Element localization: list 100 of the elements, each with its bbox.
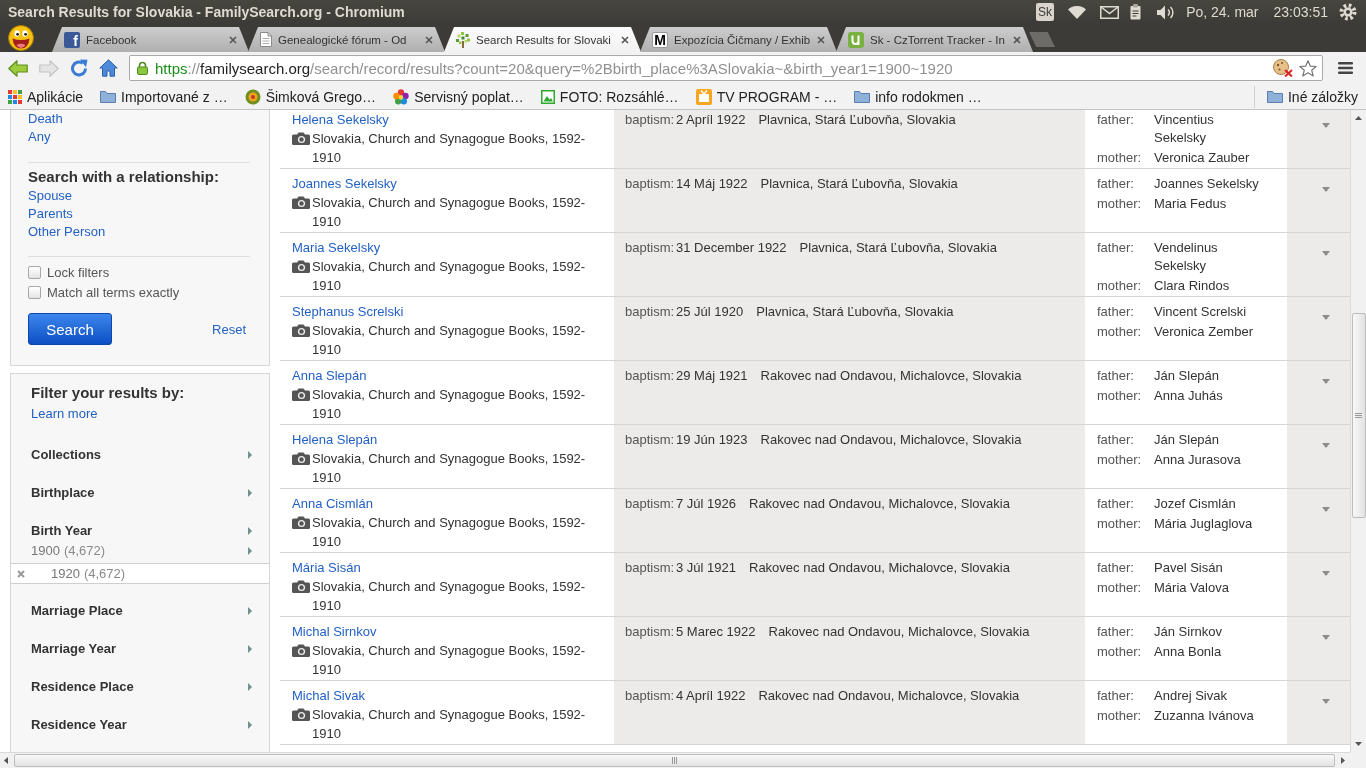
bookmark-item[interactable]: Šimková Grego… xyxy=(244,88,377,105)
clock-date[interactable]: Po, 24. mar xyxy=(1186,4,1259,20)
relative-role: father: xyxy=(1097,559,1135,577)
triangle-right-icon[interactable] xyxy=(248,489,252,497)
close-icon[interactable] xyxy=(229,35,237,44)
scrollbar-thumb[interactable] xyxy=(1351,313,1366,518)
smiley-icon[interactable] xyxy=(8,25,34,51)
caret-down-icon[interactable] xyxy=(1322,379,1330,384)
relationship-link[interactable]: Other Person xyxy=(28,223,106,241)
wifi-icon[interactable] xyxy=(1068,5,1087,19)
camera-icon xyxy=(292,580,310,593)
triangle-right-icon[interactable] xyxy=(248,527,252,535)
reload-icon[interactable] xyxy=(70,59,88,77)
caret-down-icon[interactable] xyxy=(1322,507,1330,512)
caret-down-icon[interactable] xyxy=(1322,187,1330,192)
person-name-link[interactable]: Michal Sivak xyxy=(292,687,365,705)
cookie-blocked-icon[interactable] xyxy=(1273,59,1293,77)
filter-toggle[interactable]: Residence Year xyxy=(31,716,252,734)
vertical-scrollbar[interactable] xyxy=(1350,110,1366,752)
arrow-up-icon[interactable] xyxy=(1355,116,1362,120)
bookmark-item[interactable]: Importované z … xyxy=(100,88,228,105)
lock-icon[interactable] xyxy=(137,61,148,75)
arrow-left-icon[interactable] xyxy=(8,59,28,77)
triangle-right-icon[interactable] xyxy=(248,547,252,555)
arrow-left-icon[interactable] xyxy=(4,757,8,764)
person-name-link[interactable]: Anna Slepán xyxy=(292,367,367,385)
bookmark-item[interactable]: info rodokmen … xyxy=(854,88,982,105)
apps-grid-icon xyxy=(8,89,22,104)
speaker-icon[interactable] xyxy=(1157,4,1175,20)
browser-tab[interactable]: M Expozícia Čičmany / Exhib xyxy=(640,27,837,52)
relationship-link[interactable]: Parents xyxy=(28,205,73,223)
clipboard-icon[interactable] xyxy=(1130,4,1142,20)
caret-down-icon[interactable] xyxy=(1322,635,1330,640)
new-tab-button[interactable] xyxy=(1029,32,1055,47)
event-date: 7 Júl 1926 xyxy=(676,495,736,513)
relative-role: father: xyxy=(1097,431,1135,449)
triangle-right-icon[interactable] xyxy=(248,607,252,615)
filter-toggle[interactable]: Collections xyxy=(31,446,252,464)
checkbox[interactable] xyxy=(28,285,41,299)
event-link[interactable]: Death xyxy=(28,110,63,128)
close-icon[interactable] xyxy=(621,35,629,44)
close-icon[interactable] xyxy=(425,35,433,44)
triangle-right-icon[interactable] xyxy=(248,451,252,459)
bookmark-item[interactable]: Servisný poplat… xyxy=(393,88,524,105)
person-name-link[interactable]: Joannes Sekelsky xyxy=(292,175,397,193)
browser-tab[interactable]: f Facebook xyxy=(52,27,249,52)
address-field[interactable]: https://familysearch.org/search/record/results?count=20&query=%2Bbirth_place%3ASlovakia~&birth_year1=1900~1920 xyxy=(129,55,1323,81)
person-name-link[interactable]: Michal Sirnkov xyxy=(292,623,377,641)
mail-icon[interactable] xyxy=(1100,5,1120,19)
person-name-link[interactable]: Helena Sekelsky xyxy=(292,111,389,129)
person-name-link[interactable]: Helena Slepán xyxy=(292,431,378,449)
event-link[interactable]: Any xyxy=(28,128,51,146)
browser-tab[interactable]: Sk - CzTorrent Tracker - In xyxy=(836,27,1033,52)
triangle-right-icon[interactable] xyxy=(248,645,252,653)
browser-tab[interactable]: Genealogické fórum - Od xyxy=(248,27,445,52)
search-button[interactable]: Search xyxy=(28,313,112,345)
applied-filter[interactable]: 1920 (4,672) xyxy=(11,563,269,584)
gear-icon[interactable] xyxy=(1339,3,1357,21)
bookmark-item[interactable]: TV PROGRAM - … xyxy=(695,88,838,105)
relationship-link[interactable]: Spouse xyxy=(28,187,73,205)
checkbox-label[interactable]: Match all terms exactly xyxy=(47,284,180,300)
person-name-link[interactable]: Mária Sisán xyxy=(292,559,361,577)
menu-icon[interactable] xyxy=(1338,62,1353,74)
home-icon[interactable] xyxy=(99,59,118,77)
checkbox[interactable] xyxy=(28,265,41,279)
filter-toggle[interactable]: Marriage Year xyxy=(31,640,252,658)
close-icon[interactable] xyxy=(1013,35,1021,44)
learn-more-link[interactable]: Learn more xyxy=(31,405,98,423)
other-bookmarks[interactable]: Iné záložky xyxy=(1266,88,1358,105)
triangle-right-icon[interactable] xyxy=(248,683,252,691)
star-icon[interactable] xyxy=(1299,59,1317,77)
remove-icon[interactable] xyxy=(17,569,25,578)
scrollbar-thumb[interactable] xyxy=(14,754,1335,767)
browser-tab[interactable]: Search Results for Slovaki xyxy=(444,27,641,52)
horizontal-scrollbar[interactable] xyxy=(0,752,1350,768)
caret-down-icon[interactable] xyxy=(1322,699,1330,704)
person-name-link[interactable]: Anna Cismlán xyxy=(292,495,373,513)
caret-down-icon[interactable] xyxy=(1322,443,1330,448)
caret-down-icon[interactable] xyxy=(1322,571,1330,576)
arrow-down-icon[interactable] xyxy=(1355,742,1362,746)
keyboard-layout-indicator[interactable]: Sk xyxy=(1036,3,1055,21)
person-name-link[interactable]: Stephanus Screlski xyxy=(292,303,404,321)
reset-link[interactable]: Reset xyxy=(212,321,246,337)
bookmark-item[interactable]: Aplikácie xyxy=(8,88,84,105)
person-name-link[interactable]: Maria Sekelsky xyxy=(292,239,381,257)
checkbox-label[interactable]: Lock filters xyxy=(47,264,110,280)
filter-toggle[interactable]: Birthplace xyxy=(31,484,252,502)
triangle-right-icon[interactable] xyxy=(248,721,252,729)
filter-option[interactable]: 1900 (4,672) xyxy=(31,542,252,560)
caret-down-icon[interactable] xyxy=(1322,315,1330,320)
arrow-right-icon[interactable] xyxy=(1341,757,1345,764)
bookmark-item[interactable]: FOTO: Rozsáhlé… xyxy=(540,88,679,105)
caret-down-icon[interactable] xyxy=(1322,123,1330,128)
filter-toggle[interactable]: Residence Place xyxy=(31,678,252,696)
close-icon[interactable] xyxy=(817,35,825,44)
filter-toggle[interactable]: Birth Year xyxy=(31,522,252,540)
relative-role: father: xyxy=(1097,111,1135,129)
caret-down-icon[interactable] xyxy=(1322,251,1330,256)
filter-toggle[interactable]: Marriage Place xyxy=(31,602,252,620)
clock-time[interactable]: 23:03:51 xyxy=(1273,4,1328,20)
